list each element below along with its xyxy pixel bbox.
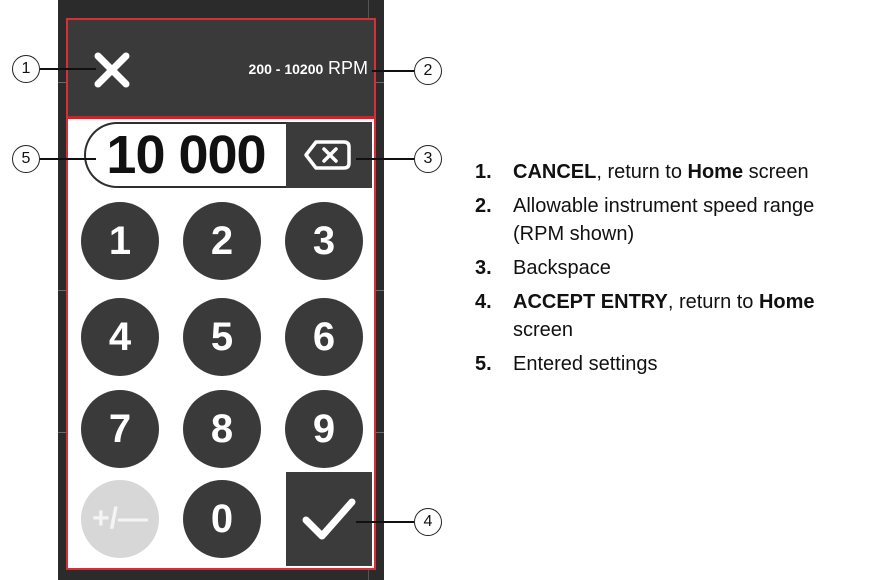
leader-line [356,158,414,160]
key-9[interactable]: 9 [285,390,363,468]
leader-line [40,158,96,160]
callout-4: 4 [414,508,442,536]
key-8[interactable]: 8 [183,390,261,468]
legend-item: 2. Allowable instrument speed range (RPM… [475,195,815,245]
key-2[interactable]: 2 [183,202,261,280]
leader-line [356,521,414,523]
close-icon [94,52,130,88]
key-3[interactable]: 3 [285,202,363,280]
sign-toggle-button: +/— [81,480,159,558]
callout-3: 3 [414,145,442,173]
key-7[interactable]: 7 [81,390,159,468]
legend-item: 5. Entered settings [475,353,658,375]
legend-item: 4. ACCEPT ENTRY, return to Home screen [475,291,815,341]
backspace-button[interactable] [286,122,372,188]
cancel-button[interactable] [92,50,132,90]
key-1[interactable]: 1 [81,202,159,280]
callout-2: 2 [414,57,442,85]
keypad-screen: 200 - 10200 RPM 10 000 1 2 3 4 5 6 7 8 9… [66,18,376,570]
key-6[interactable]: 6 [285,298,363,376]
backspace-icon [304,140,351,170]
callout-1: 1 [12,55,40,83]
key-5[interactable]: 5 [183,298,261,376]
entry-display: 10 000 [84,122,286,188]
header-accent [68,116,374,119]
keypad-header: 200 - 10200 RPM [68,20,374,116]
range-unit: RPM [328,58,368,78]
accept-entry-button[interactable] [286,472,372,566]
callout-5: 5 [12,145,40,173]
key-4[interactable]: 4 [81,298,159,376]
legend-item: 3. Backspace [475,257,611,279]
range-values: 200 - 10200 [248,61,324,77]
speed-range: 200 - 10200 RPM [218,58,368,79]
legend-list: 1. CANCEL, return to Home screen 2. Allo… [475,158,870,384]
legend-item: 1. CANCEL, return to Home screen [475,161,809,183]
checkmark-icon [302,498,356,540]
key-0[interactable]: 0 [183,480,261,558]
leader-line [40,68,96,70]
leader-line [372,70,414,72]
